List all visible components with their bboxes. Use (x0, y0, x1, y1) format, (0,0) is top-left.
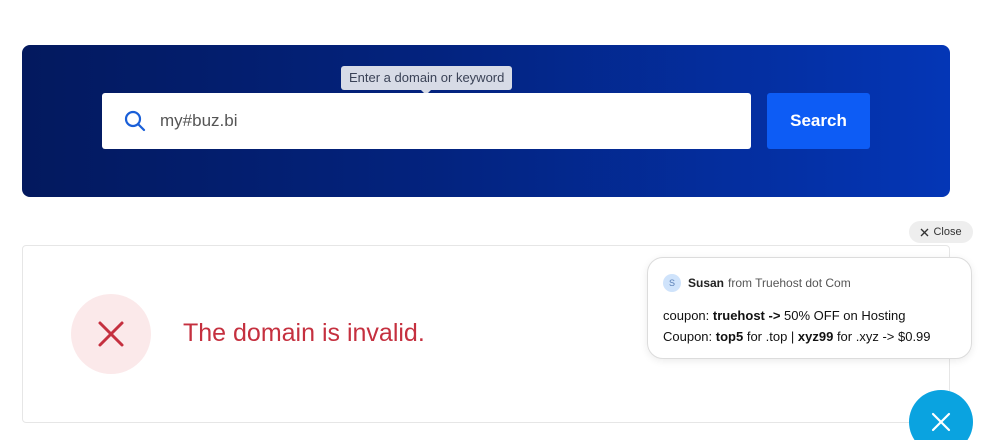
coupon-suffix: 50% OFF on Hosting (780, 308, 906, 323)
error-x-icon (98, 321, 124, 347)
search-button[interactable]: Search (767, 93, 870, 149)
coupon-code: truehost -> (712, 308, 781, 323)
coupon-prefix: Coupon: (663, 329, 716, 344)
search-icon (124, 110, 146, 132)
chat-sender: S Susan from Truehost dot Com (663, 274, 956, 292)
sender-org: from Truehost dot Com (728, 276, 851, 290)
chat-message-popup[interactable]: S Susan from Truehost dot Com coupon: tr… (647, 257, 972, 359)
domain-search-input[interactable] (160, 101, 730, 141)
close-icon (931, 412, 951, 432)
avatar: S (663, 274, 681, 292)
coupon-suffix: for .xyz -> $0.99 (833, 329, 931, 344)
chat-message-body: coupon: truehost -> 50% OFF on Hosting C… (663, 305, 956, 347)
coupon-code: top5 (715, 329, 744, 344)
close-icon (920, 228, 929, 236)
coupon-line-1: coupon: truehost -> 50% OFF on Hosting (663, 305, 956, 326)
coupon-prefix: coupon: (663, 308, 713, 323)
coupon-code: xyz99 (797, 329, 834, 344)
chat-close-button[interactable]: Close (909, 221, 973, 243)
chat-toggle-button[interactable] (909, 390, 973, 440)
error-message: The domain is invalid. (183, 319, 425, 347)
sender-name: Susan (688, 276, 725, 290)
error-badge (71, 294, 151, 374)
coupon-line-2: Coupon: top5 for .top | xyz99 for .xyz -… (663, 326, 956, 347)
search-tooltip: Enter a domain or keyword (341, 66, 513, 95)
search-box[interactable] (102, 93, 751, 149)
coupon-text: for .top | (743, 329, 798, 344)
close-label: Close (933, 226, 962, 238)
